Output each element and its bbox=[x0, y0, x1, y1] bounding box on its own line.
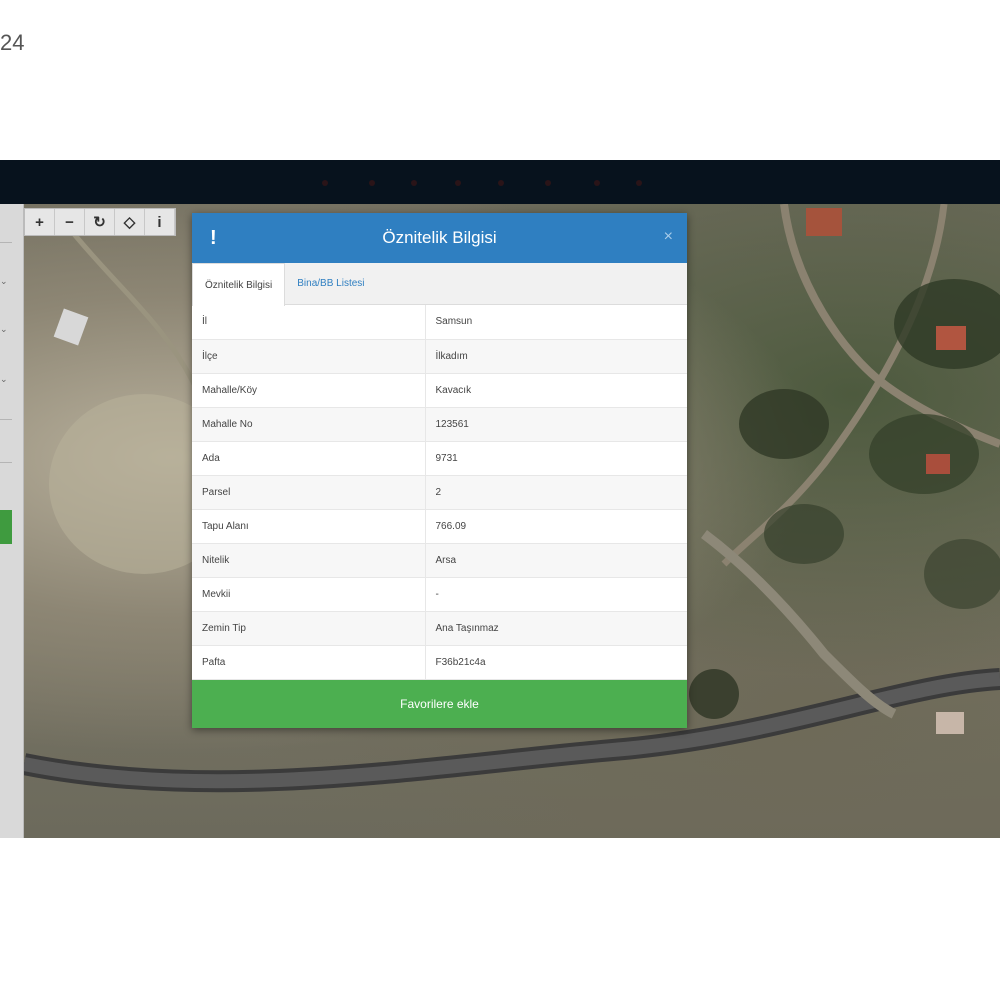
attribute-key: İlçe bbox=[192, 339, 426, 374]
sidebar-divider bbox=[0, 242, 12, 243]
attribute-value: 123561 bbox=[425, 407, 687, 442]
nav-dot[interactable] bbox=[369, 180, 375, 186]
page: 24 ⌄ ⌄ ⌄ + − ↻ ◇ i ! Öznitelik Bilgisi ×… bbox=[0, 0, 1000, 1000]
attribute-table: İl Samsun İlçe İlkadım Mahalle/Köy Kavacık Mah… bbox=[192, 305, 687, 680]
attribute-value: Ana Taşınmaz bbox=[425, 611, 687, 646]
attribute-key: Zemin Tip bbox=[192, 611, 426, 646]
table-row: Parsel 2 bbox=[192, 475, 687, 510]
table-row: İlçe İlkadım bbox=[192, 339, 687, 374]
nav-dot[interactable] bbox=[455, 180, 461, 186]
attribute-value: Kavacık bbox=[425, 373, 687, 408]
locate-icon[interactable]: ◇ bbox=[115, 209, 145, 235]
exclamation-icon: ! bbox=[210, 227, 217, 249]
refresh-icon[interactable]: ↻ bbox=[85, 209, 115, 235]
dialog-title: Öznitelik Bilgisi bbox=[382, 228, 497, 247]
attribute-key: Tapu Alanı bbox=[192, 509, 426, 544]
nav-dot[interactable] bbox=[322, 180, 328, 186]
attribute-key: İl bbox=[192, 305, 426, 340]
chevron-down-icon[interactable]: ⌄ bbox=[0, 374, 8, 385]
sidebar-divider bbox=[0, 462, 12, 463]
dialog-tabs: Öznitelik Bilgisi Bina/BB Listesi bbox=[192, 263, 687, 306]
attribute-value: İlkadım bbox=[425, 339, 687, 374]
close-icon[interactable]: × bbox=[664, 228, 673, 246]
attribute-key: Mahalle No bbox=[192, 407, 426, 442]
attribute-value: Arsa bbox=[425, 543, 687, 578]
table-row: İl Samsun bbox=[192, 305, 687, 340]
add-to-favorites-button[interactable]: Favorilere ekle bbox=[192, 680, 687, 728]
attribute-key: Mahalle/Köy bbox=[192, 373, 426, 408]
zoom-in-icon[interactable]: + bbox=[25, 209, 55, 235]
attribute-key: Mevkii bbox=[192, 577, 426, 612]
attribute-info-dialog: ! Öznitelik Bilgisi × Öznitelik Bilgisi … bbox=[192, 213, 687, 728]
table-row: Mevkii - bbox=[192, 577, 687, 612]
sidebar-divider bbox=[0, 419, 12, 420]
zoom-out-icon[interactable]: − bbox=[55, 209, 85, 235]
table-row: Tapu Alanı 766.09 bbox=[192, 509, 687, 544]
top-nav-bar bbox=[0, 160, 1000, 204]
attribute-value: 2 bbox=[425, 475, 687, 510]
chevron-down-icon[interactable]: ⌄ bbox=[0, 324, 8, 335]
table-row: Pafta F36b21c4a bbox=[192, 645, 687, 680]
attribute-value: F36b21c4a bbox=[425, 645, 687, 680]
attribute-key: Parsel bbox=[192, 475, 426, 510]
attribute-value: 9731 bbox=[425, 441, 687, 476]
table-row: Ada 9731 bbox=[192, 441, 687, 476]
attribute-key: Nitelik bbox=[192, 543, 426, 578]
nav-dot[interactable] bbox=[498, 180, 504, 186]
map-toolbar: + − ↻ ◇ i bbox=[24, 208, 176, 236]
sidebar-action-button[interactable] bbox=[0, 510, 12, 544]
attribute-value: - bbox=[425, 577, 687, 612]
table-row: Nitelik Arsa bbox=[192, 543, 687, 578]
attribute-value: Samsun bbox=[425, 305, 687, 340]
nav-dot[interactable] bbox=[636, 180, 642, 186]
table-row: Mahalle No 123561 bbox=[192, 407, 687, 442]
tab-attribute-info[interactable]: Öznitelik Bilgisi bbox=[192, 263, 286, 306]
nav-dot[interactable] bbox=[594, 180, 600, 186]
attribute-value: 766.09 bbox=[425, 509, 687, 544]
attribute-key: Ada bbox=[192, 441, 426, 476]
left-sidebar: ⌄ ⌄ ⌄ bbox=[0, 204, 24, 838]
nav-dot[interactable] bbox=[411, 180, 417, 186]
dialog-header: ! Öznitelik Bilgisi × bbox=[192, 213, 687, 263]
table-row: Zemin Tip Ana Taşınmaz bbox=[192, 611, 687, 646]
tab-building-list[interactable]: Bina/BB Listesi bbox=[285, 263, 376, 304]
attribute-key: Pafta bbox=[192, 645, 426, 680]
nav-dot[interactable] bbox=[545, 180, 551, 186]
corner-number: 24 bbox=[0, 30, 25, 55]
chevron-down-icon[interactable]: ⌄ bbox=[0, 276, 8, 287]
info-icon[interactable]: i bbox=[145, 209, 175, 235]
table-row: Mahalle/Köy Kavacık bbox=[192, 373, 687, 408]
